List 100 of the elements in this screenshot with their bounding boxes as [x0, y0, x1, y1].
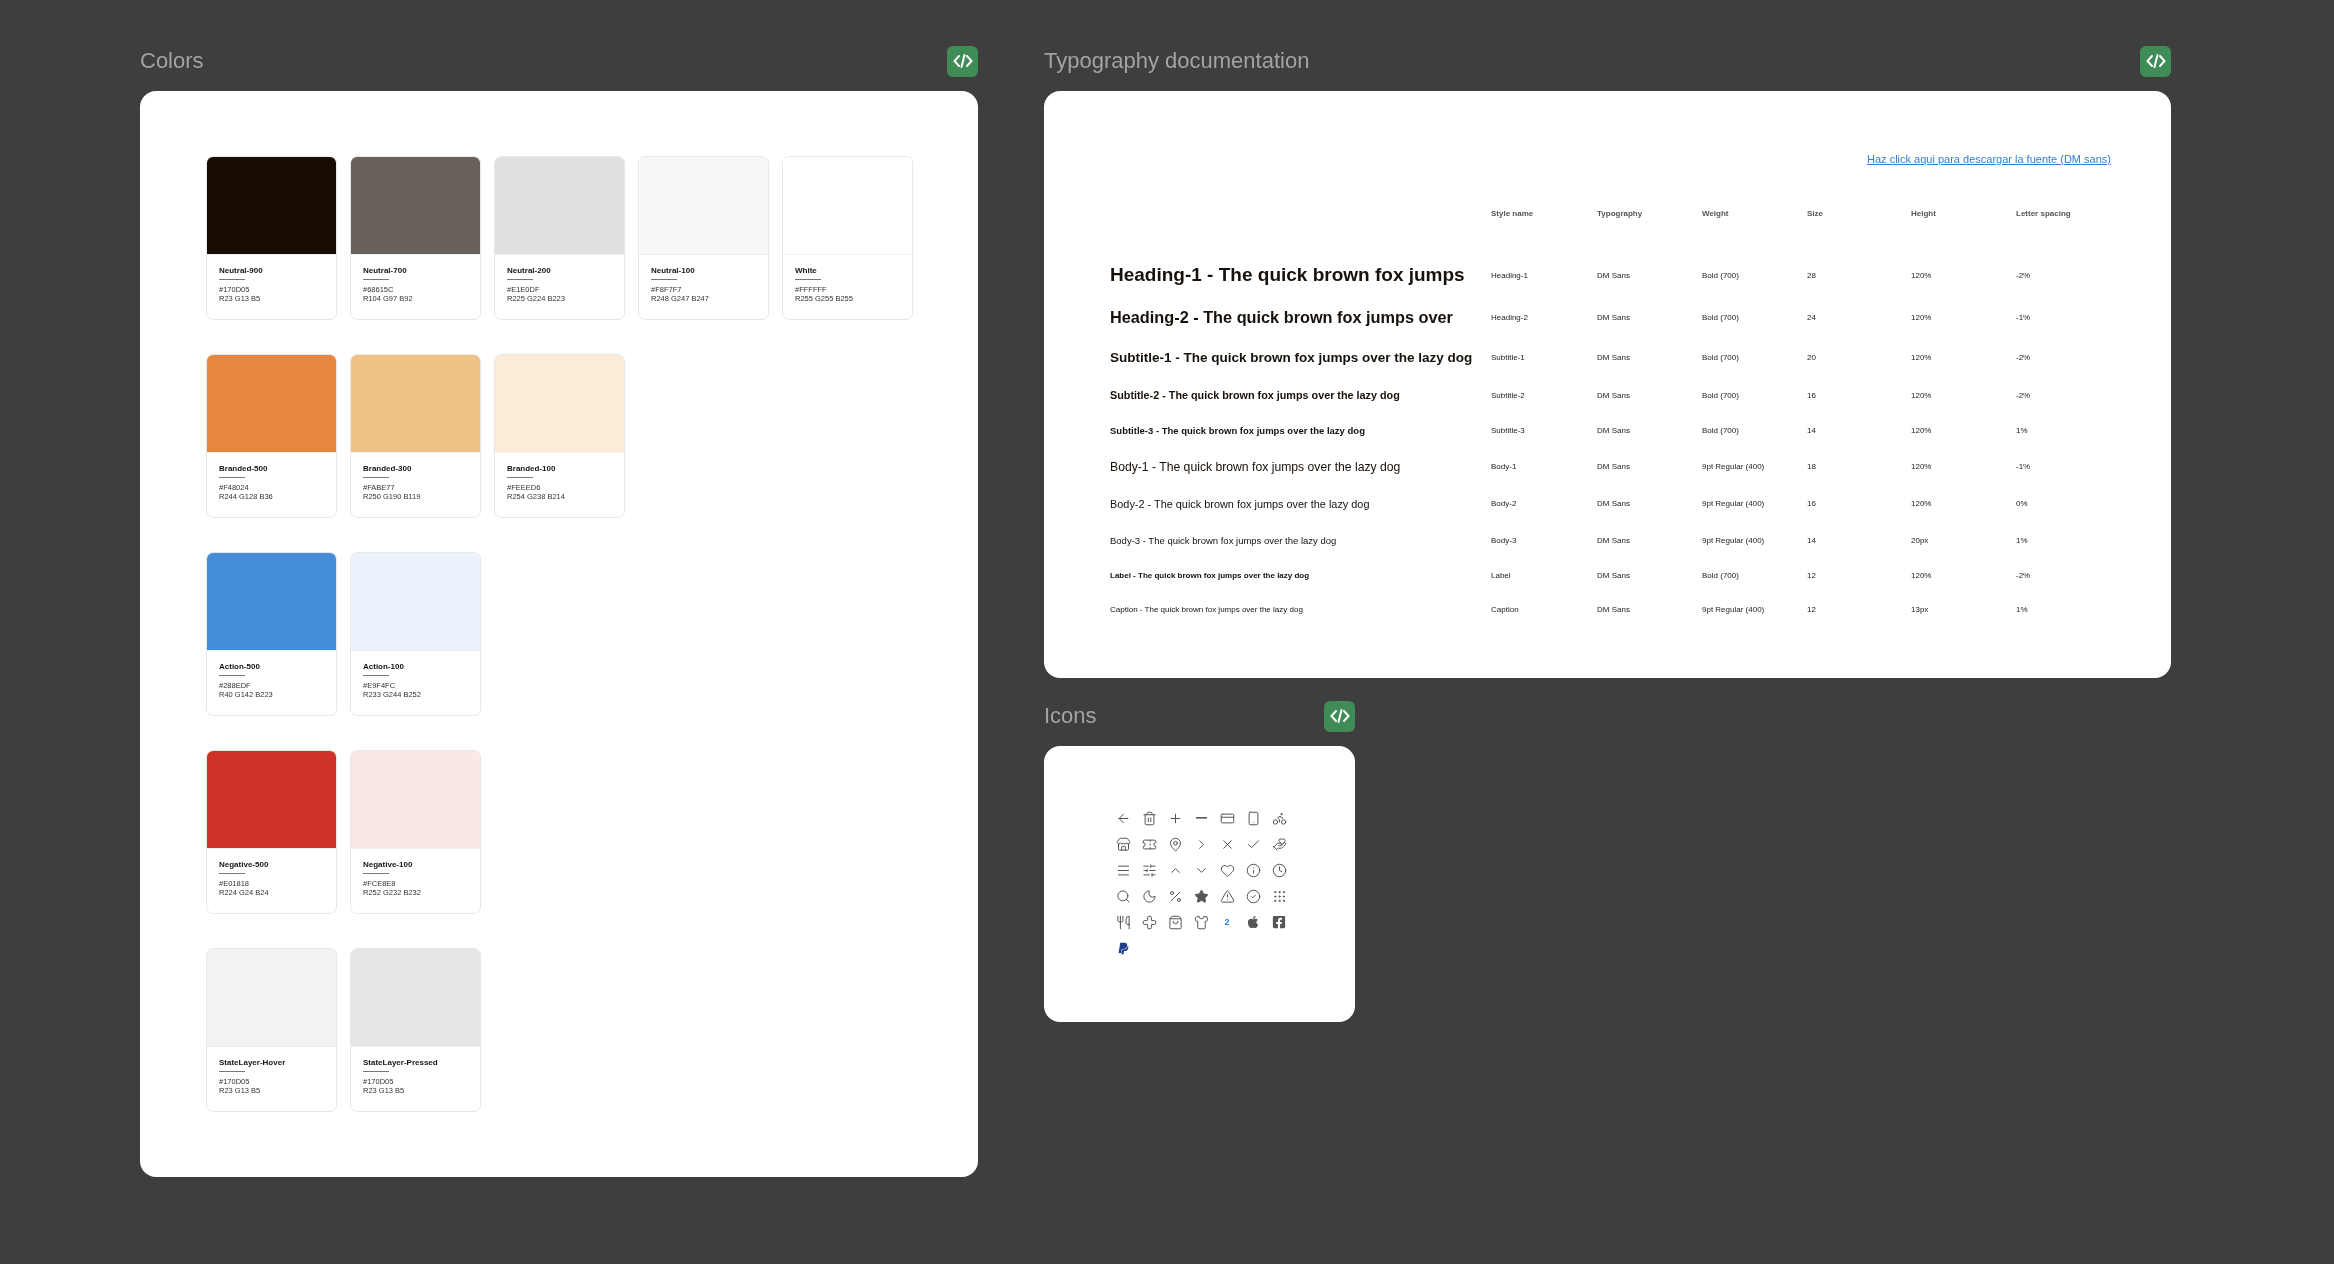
table-cell-text: 9pt Regular (400)	[1702, 535, 1766, 545]
table-cell-text: Caption	[1491, 604, 1520, 614]
table-cell-text: 120%	[1911, 312, 1933, 322]
column-header: Letter spacing	[2016, 209, 2072, 220]
table-cell-text: Subtitle-3	[1491, 426, 1526, 435]
bag-icon	[1167, 914, 1183, 930]
section-title: Colors	[140, 48, 204, 74]
table-cell-text: Body-1	[1491, 462, 1518, 471]
table-cell-text: DM Sans	[1597, 535, 1631, 545]
color-name: Negative-100	[363, 860, 414, 869]
table-cell-text: 28	[1807, 270, 1817, 280]
table-cell-text: Label	[1491, 570, 1512, 580]
moon-icon	[1141, 888, 1157, 904]
color-name: Branded-500	[219, 464, 269, 473]
table-cell-text: 9pt Regular (400)	[1702, 499, 1766, 508]
table-cell-text: DM Sans	[1597, 390, 1631, 400]
table-cell-text: 13px	[1911, 604, 1930, 614]
card-icon	[1219, 810, 1235, 826]
table-cell-text: 120%	[1911, 426, 1933, 435]
table-cell-text: 0%	[2016, 499, 2029, 508]
table-cell-text: Heading-1	[1491, 270, 1529, 280]
table-cell-text: DM Sans	[1597, 426, 1631, 435]
download-link[interactable]: Haz click aqui para descargar la fuente (DM sans)	[1867, 153, 2111, 165]
table-cell-text: Body-2	[1491, 499, 1518, 508]
table-cell-text: 18	[1807, 462, 1817, 471]
column-header: Typography	[1597, 209, 1644, 220]
table-cell-text: 20	[1807, 352, 1817, 362]
type-sample: Subtitle-3 - The quick brown fox jumps over the lazy dog	[1110, 424, 1366, 438]
code-button[interactable]	[2140, 45, 2171, 77]
column-header: Weight	[1702, 209, 1730, 220]
table-cell-text: -1%	[2016, 312, 2032, 322]
type-sample: Body-1 - The quick brown fox jumps over the lazy dog	[1110, 458, 1402, 476]
table-cell-text: 24	[1807, 312, 1817, 322]
table-cell-text: Bold (700)	[1702, 390, 1740, 400]
table-cell-text: Bold (700)	[1702, 570, 1740, 580]
code-icon	[952, 53, 973, 69]
table-cell-text: DM Sans	[1597, 499, 1631, 508]
column-header: Style name	[1491, 209, 1535, 220]
section-title: Typography documentation	[1044, 48, 1310, 74]
table-cell-text: 12	[1807, 570, 1817, 580]
table-cell-text: DM Sans	[1597, 462, 1631, 471]
color-name: Neutral-200	[507, 266, 552, 275]
table-cell-text: -2%	[2016, 570, 2032, 580]
facebook-icon	[1272, 915, 1286, 929]
table-cell-text: 9pt Regular (400)	[1702, 462, 1766, 471]
plus-icon	[1167, 810, 1183, 826]
trash-icon	[1141, 810, 1157, 826]
table-cell-text: 120%	[1911, 390, 1933, 400]
table-cell-text: DM Sans	[1597, 312, 1631, 322]
clock-icon	[1271, 862, 1287, 878]
color-name: Action-100	[363, 662, 405, 671]
color-name: Neutral-100	[651, 266, 696, 275]
section-title: Icons	[1044, 703, 1097, 729]
type-sample: Body-3 - The quick brown fox jumps over the lazy dog	[1110, 533, 1338, 548]
apple-icon	[1246, 915, 1260, 929]
heart-icon	[1219, 862, 1235, 878]
ticket-icon	[1141, 836, 1157, 852]
color-name: Neutral-900	[219, 266, 264, 275]
bicycle-icon	[1271, 810, 1287, 826]
table-cell-text: -2%	[2016, 352, 2032, 362]
store-icon	[1115, 836, 1131, 852]
table-cell-text: DM Sans	[1597, 604, 1631, 614]
table-cell-text: -2%	[2016, 270, 2032, 280]
table-cell-text: 1%	[2016, 535, 2029, 545]
table-cell-text: 16	[1807, 390, 1817, 400]
code-button[interactable]	[1324, 700, 1355, 732]
table-cell-text: Heading-2	[1491, 312, 1529, 322]
type-sample: Label - The quick brown fox jumps over the lazy dog	[1110, 569, 1311, 582]
code-button[interactable]	[947, 45, 978, 77]
color-name: StateLayer-Hover	[219, 1058, 287, 1067]
table-cell-text: 120%	[1911, 462, 1933, 471]
table-cell-text: Body-3	[1491, 535, 1518, 545]
table-cell-text: Bold (700)	[1702, 426, 1740, 435]
type-sample: Subtitle-1 - The quick brown fox jumps over the lazy dog	[1110, 348, 1474, 367]
table-cell-text: 14	[1807, 426, 1817, 435]
table-cell-text: 120%	[1911, 570, 1933, 580]
type-sample: Caption - The quick brown fox jumps over the lazy dog	[1110, 603, 1304, 616]
number-label: 2	[1224, 917, 1230, 927]
check-circle-icon	[1245, 888, 1261, 904]
table-cell-text: -2%	[2016, 390, 2032, 400]
column-header: Size	[1807, 209, 1824, 220]
table-cell-text: 9pt Regular (400)	[1702, 604, 1766, 614]
map-pin-icon	[1167, 836, 1183, 852]
type-sample: Subtitle-2 - The quick brown fox jumps over the lazy dog	[1110, 388, 1401, 403]
color-name: Neutral-700	[363, 266, 408, 275]
table-cell-text: Bold (700)	[1702, 270, 1740, 280]
table-cell-text: 1%	[2016, 604, 2029, 614]
color-name: White	[795, 266, 818, 275]
table-cell-text: 120%	[1911, 270, 1933, 280]
percent-icon	[1167, 888, 1183, 904]
code-icon	[1329, 708, 1350, 724]
table-cell-text: 16	[1807, 499, 1817, 508]
color-name: StateLayer-Pressed	[363, 1058, 439, 1067]
table-cell-text: DM Sans	[1597, 270, 1631, 280]
table-cell-text: 1%	[2016, 426, 2029, 435]
code-icon	[2145, 53, 2166, 69]
shirt-icon	[1193, 914, 1209, 930]
table-cell-text: DM Sans	[1597, 570, 1631, 580]
utensils-icon	[1115, 914, 1131, 930]
cross-icon	[1141, 914, 1157, 930]
